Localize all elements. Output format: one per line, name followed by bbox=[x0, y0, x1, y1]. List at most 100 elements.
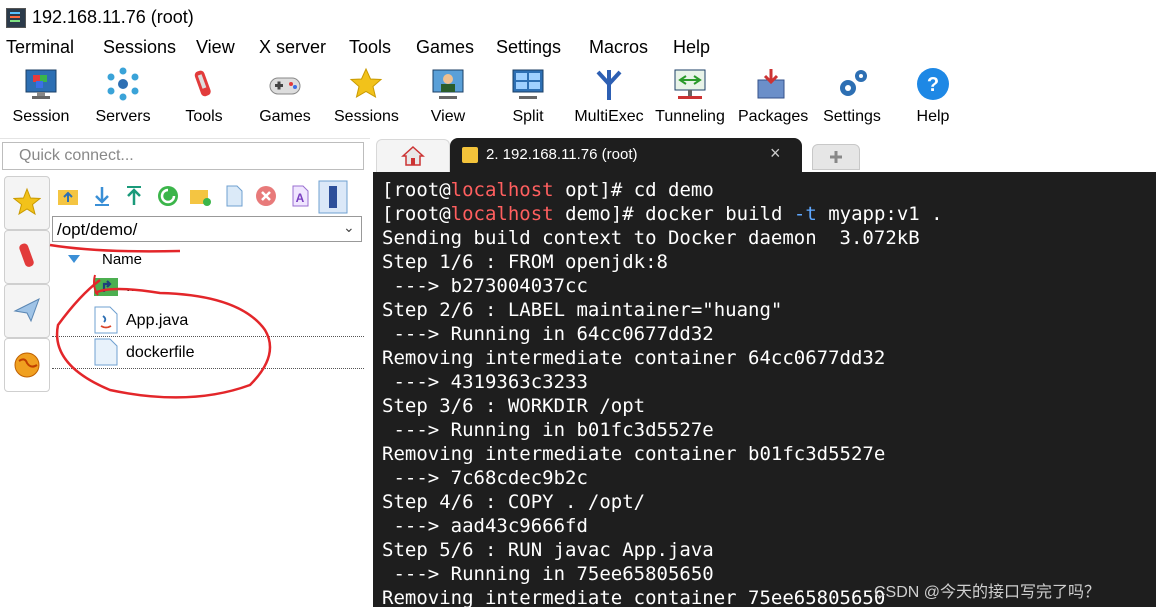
mobaxterm-logo-icon bbox=[6, 8, 26, 28]
terminal-line: ---> Running in 64cc0677dd32 bbox=[382, 323, 714, 345]
terminal-line: [root@localhost opt]# cd demo bbox=[382, 179, 714, 201]
download-icon[interactable] bbox=[90, 184, 114, 208]
terminal-line: Step 2/6 : LABEL maintainer="huang" bbox=[382, 299, 783, 321]
terminal-line: Step 4/6 : COPY . /opt/ bbox=[382, 491, 646, 513]
session-label: Session bbox=[12, 108, 70, 125]
multiexec-label: MultiExec bbox=[574, 108, 644, 125]
file-icon bbox=[94, 338, 118, 366]
terminal-line: Step 3/6 : WORKDIR /opt bbox=[382, 395, 646, 417]
terminal-line: Removing intermediate container b01fc3d5… bbox=[382, 443, 886, 465]
view-button[interactable]: View bbox=[428, 66, 468, 130]
terminal-line: [root@localhost demo]# docker build -t m… bbox=[382, 203, 943, 225]
menu-sessions[interactable]: Sessions bbox=[103, 37, 176, 58]
tunneling-button[interactable]: Tunneling bbox=[654, 66, 726, 130]
parent-folder-icon[interactable] bbox=[56, 184, 80, 208]
menu-tools[interactable]: Tools bbox=[349, 37, 391, 58]
menu-games[interactable]: Games bbox=[416, 37, 474, 58]
multiexec-button[interactable]: MultiExec bbox=[574, 66, 644, 130]
menu-settings[interactable]: Settings bbox=[496, 37, 561, 58]
tools-label: Tools bbox=[185, 108, 223, 125]
help-label: Help bbox=[916, 108, 950, 125]
terminal-line: ---> Running in 75ee65805650 bbox=[382, 563, 714, 585]
games-button[interactable]: Games bbox=[258, 66, 312, 130]
file-name: .. bbox=[126, 278, 135, 295]
new-folder-icon[interactable] bbox=[188, 184, 212, 208]
packages-button[interactable]: Packages bbox=[738, 66, 809, 130]
terminal-line: ---> b273004037cc bbox=[382, 275, 588, 297]
terminal-output[interactable]: [root@localhost opt]# cd demo [root@loca… bbox=[373, 172, 1156, 607]
sftp-path-dropdown[interactable]: /opt/demo/ ⌄ bbox=[52, 216, 362, 242]
file-row-app-java[interactable]: App.java bbox=[52, 304, 364, 337]
help-button[interactable]: ? Help bbox=[914, 66, 952, 130]
file-row-dockerfile[interactable]: dockerfile bbox=[52, 336, 364, 369]
file-name: App.java bbox=[126, 312, 189, 329]
terminal-line: Sending build context to Docker daemon 3… bbox=[382, 227, 920, 249]
refresh-icon[interactable] bbox=[156, 184, 180, 208]
star-icon bbox=[13, 187, 41, 216]
menu-help[interactable]: Help bbox=[673, 37, 710, 58]
upload-icon[interactable] bbox=[122, 184, 146, 208]
servers-button[interactable]: Servers bbox=[92, 66, 154, 130]
tunneling-icon bbox=[674, 69, 706, 99]
servers-network-icon bbox=[107, 67, 139, 101]
settings-button[interactable]: Settings bbox=[822, 66, 882, 130]
tools-button[interactable]: Tools bbox=[180, 66, 228, 130]
tools-knife-icon bbox=[19, 243, 34, 267]
new-file-icon[interactable] bbox=[222, 184, 246, 208]
menu-macros[interactable]: Macros bbox=[589, 37, 648, 58]
star-icon bbox=[349, 67, 383, 99]
terminal-line: ---> Running in b01fc3d5527e bbox=[382, 419, 714, 441]
session-tab-active[interactable]: 2. 192.168.11.76 (root) × bbox=[450, 138, 802, 172]
terminal-line: ---> 4319363c3233 bbox=[382, 371, 588, 393]
sessions-label: Sessions bbox=[334, 108, 399, 125]
new-tab-button[interactable] bbox=[812, 144, 860, 170]
tab-bar: 2. 192.168.11.76 (root) × bbox=[370, 138, 1156, 172]
menu-terminal[interactable]: Terminal bbox=[6, 37, 74, 58]
main-toolbar: Session Servers Tools Games Sessions Vie… bbox=[0, 62, 1156, 139]
home-tab[interactable] bbox=[376, 139, 450, 172]
file-row-parent[interactable]: .. bbox=[52, 270, 364, 302]
menu-x-server[interactable]: X server bbox=[259, 37, 326, 58]
sessions-button[interactable]: Sessions bbox=[334, 66, 399, 130]
terminal-line: Removing intermediate container 64cc0677… bbox=[382, 347, 886, 369]
games-label: Games bbox=[259, 108, 311, 125]
terminal-line: Step 5/6 : RUN javac App.java bbox=[382, 539, 714, 561]
sftp-terminal-follow-icon[interactable] bbox=[318, 180, 348, 214]
session-button[interactable]: Session bbox=[8, 66, 74, 130]
settings-gears-icon bbox=[840, 70, 867, 96]
settings-label: Settings bbox=[823, 108, 881, 125]
sftp-toolbar: A bbox=[52, 178, 364, 214]
sessions-nav-button[interactable] bbox=[4, 176, 50, 230]
split-button[interactable]: Split bbox=[510, 66, 546, 130]
home-icon bbox=[401, 145, 425, 166]
packages-box-icon bbox=[757, 69, 785, 99]
session-monitor-icon bbox=[25, 69, 57, 99]
session-tab-label: 2. 192.168.11.76 (root) bbox=[486, 146, 638, 163]
quick-connect-input[interactable]: Quick connect... bbox=[2, 142, 364, 170]
sort-arrow-icon[interactable] bbox=[68, 255, 80, 263]
macros-nav-button[interactable] bbox=[4, 284, 50, 338]
title-bar: 192.168.11.76 (root) bbox=[0, 0, 1156, 34]
split-screen-icon bbox=[512, 69, 544, 99]
view-monitor-icon bbox=[432, 69, 464, 99]
column-header-name[interactable]: Name bbox=[102, 251, 142, 268]
left-sidebar bbox=[0, 174, 53, 607]
packages-label: Packages bbox=[738, 108, 809, 125]
paper-plane-icon bbox=[13, 297, 40, 323]
quick-connect-placeholder: Quick connect... bbox=[19, 147, 134, 164]
parent-folder-icon bbox=[94, 278, 118, 296]
tools-knife-icon bbox=[194, 70, 211, 97]
terminal-line: Step 1/6 : FROM openjdk:8 bbox=[382, 251, 668, 273]
terminal-line: ---> aad43c9666fd bbox=[382, 515, 588, 537]
globe-icon bbox=[14, 352, 40, 378]
window-title: 192.168.11.76 (root) bbox=[32, 7, 194, 27]
tools-nav-button[interactable] bbox=[4, 230, 50, 284]
delete-icon[interactable] bbox=[254, 184, 278, 208]
tab-close-icon[interactable]: × bbox=[770, 143, 781, 164]
gamepad-icon bbox=[269, 77, 301, 95]
multiexec-fork-icon bbox=[596, 70, 622, 100]
rename-icon[interactable]: A bbox=[288, 184, 312, 208]
sftp-nav-button[interactable] bbox=[4, 338, 50, 392]
menu-view[interactable]: View bbox=[196, 37, 235, 58]
menu-bar: Terminal Sessions View X server Tools Ga… bbox=[0, 34, 1156, 62]
